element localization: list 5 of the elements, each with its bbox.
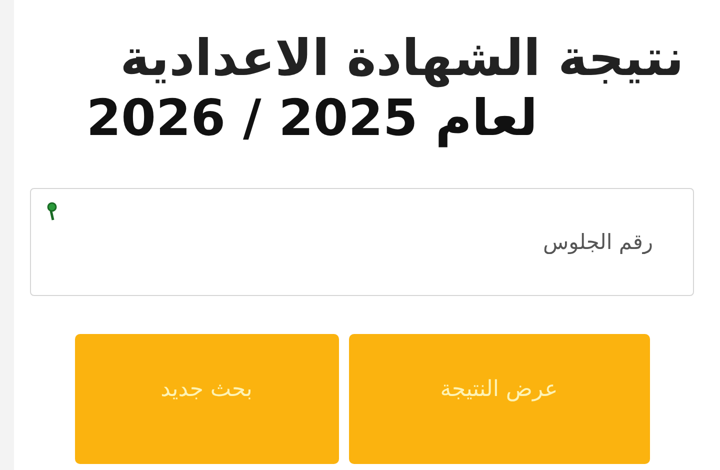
new-search-button[interactable]: بحث جديد — [74, 334, 338, 464]
page-title: نتيجة الشهادة الاعدادية — [120, 28, 684, 88]
seat-number-field[interactable]: رقم الجلوس — [30, 188, 694, 296]
show-result-button[interactable]: عرض النتيجة — [348, 334, 650, 464]
year-title: لعام 2025 / 2026 — [86, 88, 538, 148]
